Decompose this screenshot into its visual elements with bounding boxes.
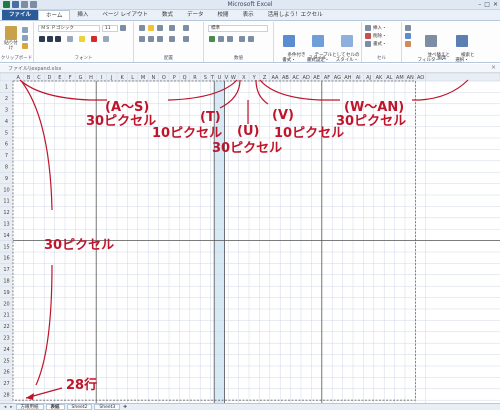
- brace-a-s-right: [168, 79, 238, 101]
- sheet-tab-4[interactable]: Sheet3: [94, 404, 121, 410]
- annotation-px-u: 30ピクセル: [212, 141, 283, 156]
- brace-w-an-right: [412, 79, 469, 101]
- sheet-tabs-bar: ◂ ▸ 方眼用紙 表紙 Sheet2 Sheet3 ✚: [0, 403, 500, 410]
- annotation-px-rows: 30ピクセル: [44, 238, 115, 253]
- brace-a-s-left: [19, 79, 107, 101]
- annotation-rows-count: 28行: [66, 378, 98, 393]
- annotation-range-v: (V): [272, 108, 294, 123]
- brace-w-an-left: [259, 79, 340, 101]
- annotation-px-w-an: 30ピクセル: [336, 114, 407, 129]
- excel-window: Microsoft Excel – □ ✕ ファイル ホーム 挿入 ページ レイ…: [0, 0, 500, 410]
- new-sheet-icon[interactable]: ✚: [122, 405, 128, 410]
- annotation-px-a-s: 30ピクセル: [86, 114, 157, 129]
- annotation-px-v: 10ピクセル: [274, 126, 345, 141]
- sheet-tab-1[interactable]: 方眼用紙: [15, 404, 44, 410]
- arrow-28-rows-head: [26, 393, 34, 400]
- brace-rows-top: [21, 81, 53, 211]
- sheet-tab-3[interactable]: Sheet2: [66, 404, 93, 410]
- sheet-tab-2[interactable]: 表紙: [45, 404, 65, 410]
- first-sheet-icon[interactable]: ◂: [3, 405, 7, 410]
- brace-t: [219, 79, 241, 109]
- brace-v: [255, 79, 269, 105]
- next-sheet-icon[interactable]: ▸: [9, 405, 13, 410]
- brace-rows-bottom: [35, 264, 53, 386]
- annotation-overlay: [19, 79, 469, 400]
